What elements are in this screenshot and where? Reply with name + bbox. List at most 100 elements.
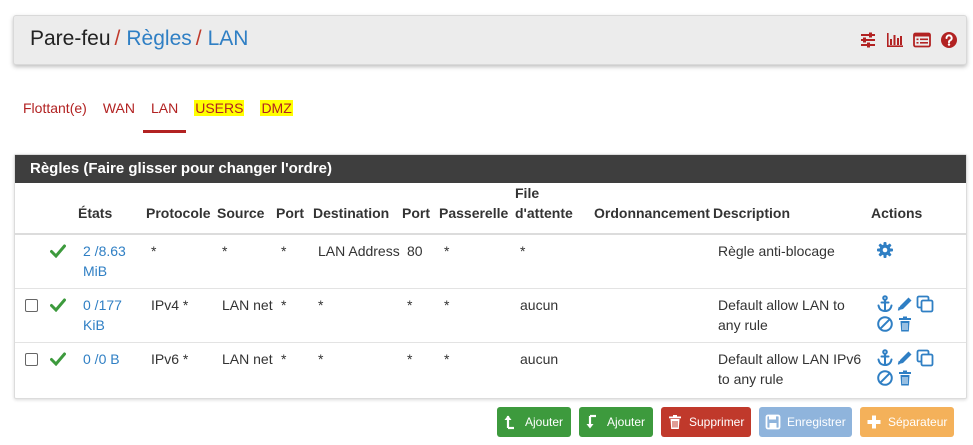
breadcrumb-lan-link[interactable]: LAN: [208, 27, 249, 50]
separator-button[interactable]: Séparateur: [860, 407, 954, 437]
tab-users[interactable]: USERS: [186, 95, 252, 133]
actions-cell: [871, 288, 966, 343]
check-icon: [45, 234, 78, 289]
col-destination[interactable]: Destination: [313, 183, 402, 235]
tab-label: DMZ: [260, 100, 293, 116]
tab-label: WAN: [102, 100, 135, 116]
disable-icon[interactable]: [876, 369, 894, 387]
row-select-cell: [15, 288, 45, 343]
col-source-port[interactable]: Port: [276, 183, 313, 235]
source-port-cell: *: [276, 288, 313, 343]
col-description[interactable]: Description: [713, 183, 871, 235]
bar-chart-icon[interactable]: [886, 31, 904, 49]
states-link[interactable]: 0 /177 KiB: [78, 288, 146, 343]
row-checkbox[interactable]: [25, 352, 38, 366]
anchor-icon[interactable]: [876, 294, 894, 313]
source-port-cell: *: [281, 350, 287, 367]
action-buttons: Ajouter Ajouter Supprimer Enregistrer Sé…: [497, 407, 954, 437]
queue-cell: aucun: [515, 288, 594, 343]
breadcrumb-rules-link[interactable]: Règles: [126, 27, 191, 50]
table-row[interactable]: 0 /0 B IPv6 * LAN net * * * * aucun Defa…: [15, 342, 966, 396]
trash-icon: [667, 414, 683, 430]
col-schedule[interactable]: Ordonnancement: [594, 183, 713, 235]
description-cell: Default allow LAN IPv6 to any rule: [718, 350, 862, 387]
header-icons: [859, 31, 958, 49]
dest-port-cell: *: [407, 350, 413, 367]
trash-icon[interactable]: [896, 315, 914, 333]
protocol-cell: IPv4 *: [146, 288, 217, 343]
pencil-icon[interactable]: [896, 295, 914, 313]
add-bottom-button[interactable]: Ajouter: [579, 407, 653, 437]
interface-tabs: Flottant(e) WAN LAN USERS DMZ: [15, 95, 301, 133]
schedule-cell: [594, 234, 713, 289]
col-select: [15, 183, 45, 235]
tab-wan[interactable]: WAN: [95, 95, 143, 133]
tab-floating[interactable]: Flottant(e): [15, 95, 95, 133]
plus-icon: [866, 414, 882, 430]
delete-button[interactable]: Supprimer: [661, 407, 751, 437]
check-icon: [45, 288, 78, 343]
tab-dmz[interactable]: DMZ: [252, 95, 300, 133]
table-header-row: États Protocole Source Port Destination …: [15, 183, 966, 235]
states-link[interactable]: 2 /8.63 MiB: [78, 234, 146, 289]
arrow-down-icon: [585, 414, 601, 430]
source-cell: *: [217, 234, 276, 289]
button-label: Séparateur: [888, 415, 948, 429]
schedule-cell: [594, 342, 713, 396]
trash-icon[interactable]: [896, 369, 914, 387]
save-icon: [765, 414, 781, 430]
col-protocol[interactable]: Protocole: [146, 183, 217, 235]
col-actions: Actions: [871, 183, 966, 235]
tab-label: Flottant(e): [23, 100, 87, 116]
description-cell: Règle anti-blocage: [713, 234, 871, 289]
save-button[interactable]: Enregistrer: [759, 407, 852, 437]
add-top-button[interactable]: Ajouter: [497, 407, 571, 437]
col-states[interactable]: États: [78, 183, 146, 235]
arrow-up-icon: [503, 414, 519, 430]
breadcrumb-separator: /: [114, 27, 121, 50]
list-table-icon[interactable]: [913, 31, 931, 49]
row-checkbox[interactable]: [25, 298, 38, 312]
check-icon: [45, 342, 78, 396]
button-label: Enregistrer: [787, 415, 846, 429]
dest-port-cell: 80: [402, 234, 439, 289]
col-gateway[interactable]: Passerelle: [439, 183, 515, 235]
col-source[interactable]: Source: [217, 183, 276, 235]
breadcrumb-separator: /: [195, 27, 202, 50]
tab-lan[interactable]: LAN: [142, 95, 187, 133]
gear-icon[interactable]: [876, 241, 894, 259]
protocol-cell: IPv6 *: [151, 350, 189, 367]
gateway-cell: *: [444, 350, 450, 367]
pencil-icon[interactable]: [896, 349, 914, 367]
actions-cell: [871, 234, 966, 289]
breadcrumb: Pare-feu / Règles / LAN: [30, 27, 248, 51]
destination-cell: *: [313, 288, 402, 343]
table-row[interactable]: 0 /177 KiB IPv4 * LAN net * * * * aucun …: [15, 288, 966, 343]
copy-icon[interactable]: [916, 295, 934, 313]
queue-cell: aucun: [520, 350, 559, 367]
table-row[interactable]: 2 /8.63 MiB * * * LAN Address 80 * * Règ…: [15, 234, 966, 289]
sliders-icon[interactable]: [859, 31, 877, 49]
col-queue[interactable]: File d'attente: [515, 183, 594, 235]
disable-icon[interactable]: [876, 315, 894, 333]
actions-cell: [871, 342, 966, 396]
anchor-icon[interactable]: [876, 348, 894, 367]
panel-title: Règles (Faire glisser pour changer l'ord…: [15, 155, 966, 183]
dest-port-cell: *: [402, 288, 439, 343]
destination-cell: *: [318, 350, 324, 367]
states-link[interactable]: 0 /0 B: [78, 342, 146, 396]
description-cell: Default allow LAN to any rule: [713, 288, 871, 343]
gateway-cell: *: [439, 288, 515, 343]
queue-cell: *: [515, 234, 594, 289]
button-label: Supprimer: [689, 415, 745, 429]
schedule-cell: [594, 288, 713, 343]
help-icon[interactable]: [940, 31, 958, 49]
destination-cell: LAN Address: [313, 234, 402, 289]
tab-label: USERS: [194, 100, 245, 116]
col-dest-port[interactable]: Port: [402, 183, 439, 235]
source-cell: LAN net: [222, 350, 273, 367]
row-select-cell: [15, 234, 45, 289]
copy-icon[interactable]: [916, 349, 934, 367]
page-header: Pare-feu / Règles / LAN: [13, 15, 967, 65]
col-status: [45, 183, 78, 235]
